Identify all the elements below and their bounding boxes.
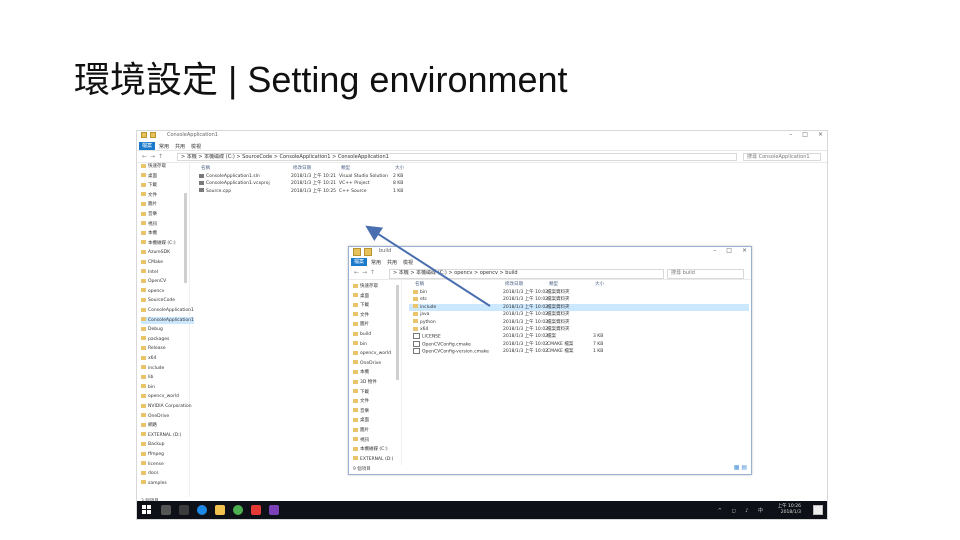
annotation-arrow (365, 225, 491, 307)
arrow-line (365, 225, 491, 307)
